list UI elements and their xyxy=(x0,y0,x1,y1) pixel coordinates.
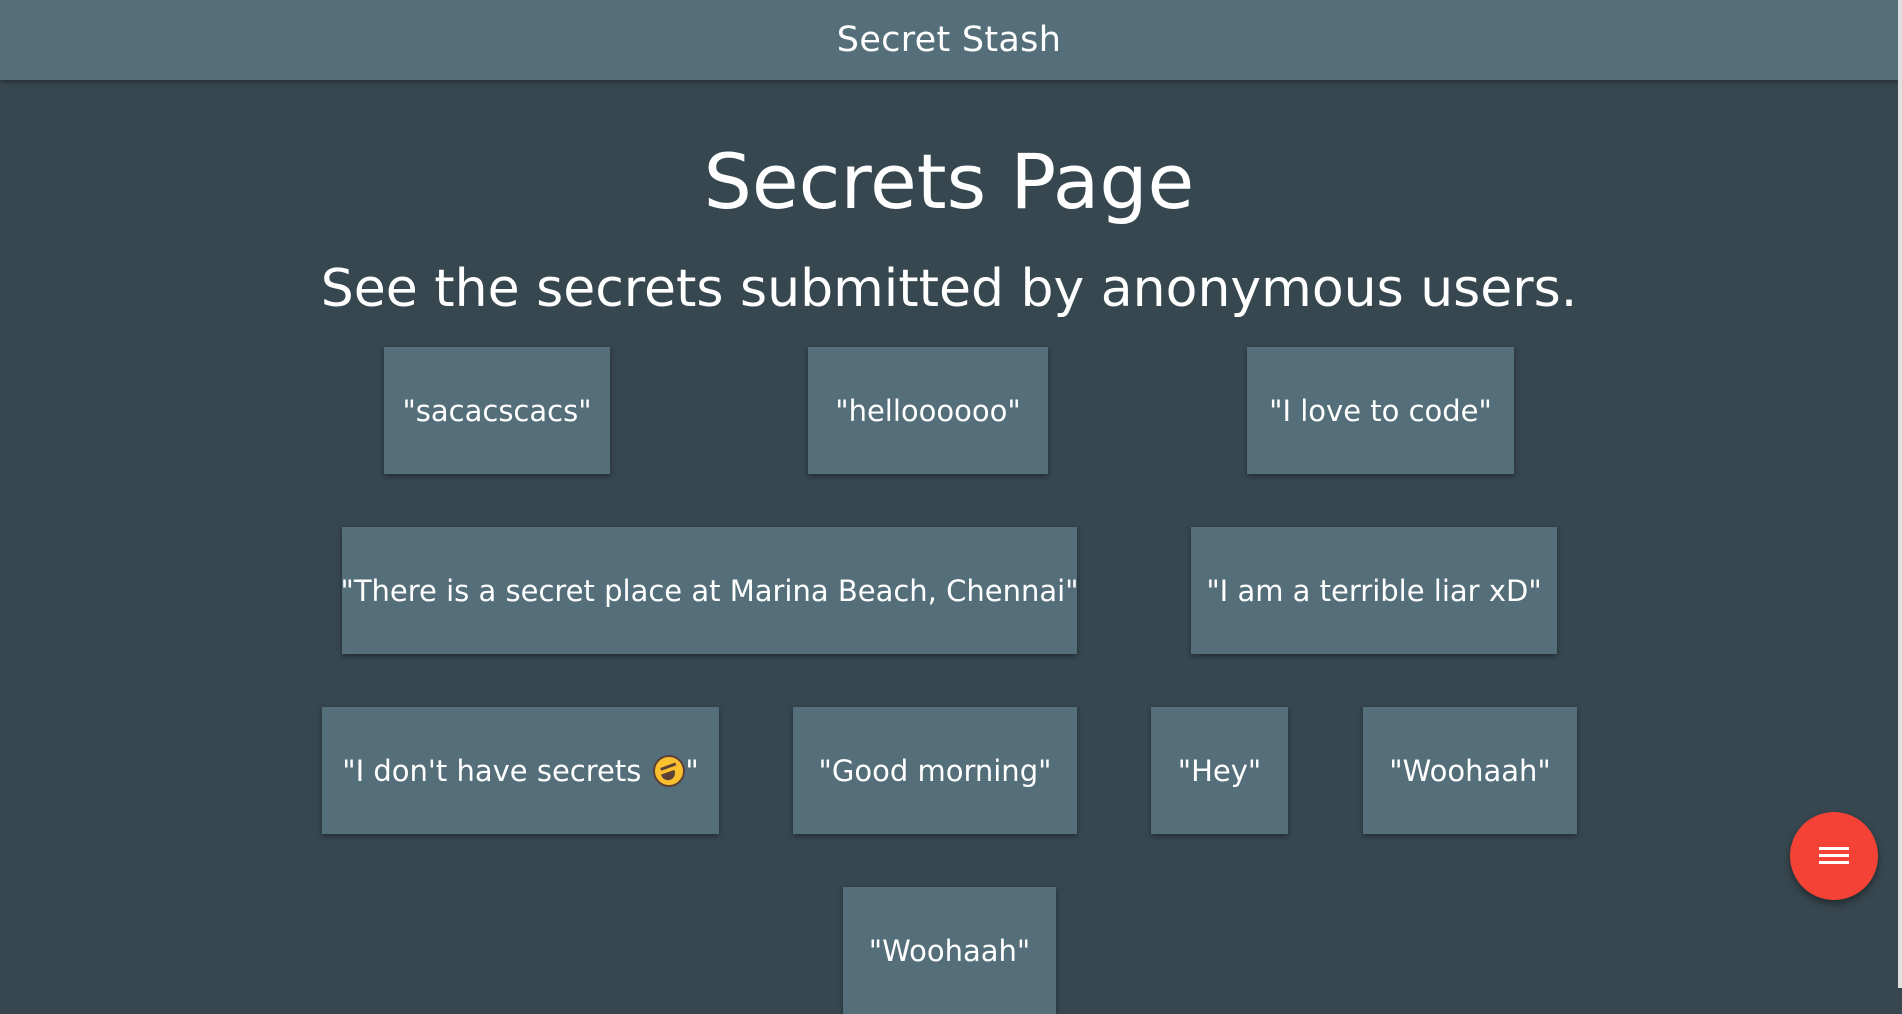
secret-card: "There is a secret place at Marina Beach… xyxy=(340,527,1079,654)
menu-fab-button[interactable] xyxy=(1790,812,1878,900)
secret-text: "Hey" xyxy=(1177,753,1262,788)
secret-card: "Woohaah" xyxy=(1363,707,1577,834)
secret-text: "helloooooo" xyxy=(835,393,1021,428)
secret-text: "sacacscacs" xyxy=(402,393,592,428)
secret-card: "Hey" xyxy=(1151,707,1288,834)
navbar: Secret Stash xyxy=(0,0,1898,80)
secret-card: "helloooooo" xyxy=(808,347,1048,474)
secret-card: "I love to code" xyxy=(1247,347,1514,474)
secret-text: "Woohaah" xyxy=(1389,753,1551,788)
secret-card: "I don't have secrets " xyxy=(322,707,719,834)
app-title[interactable]: Secret Stash xyxy=(837,20,1061,60)
secret-card: "sacacscacs" xyxy=(384,347,610,474)
secret-text: "I love to code" xyxy=(1269,393,1492,428)
menu-icon xyxy=(1819,845,1849,867)
secret-text-end: " xyxy=(685,753,699,788)
scrollbar[interactable] xyxy=(1898,0,1902,988)
secret-text: "Woohaah" xyxy=(868,933,1031,968)
page-title: Secrets Page xyxy=(703,137,1195,226)
secret-text: "There is a secret place at Marina Beach… xyxy=(340,573,1079,608)
rolling-on-floor-laughing-emoji-icon xyxy=(653,754,686,787)
secret-card: "Good morning" xyxy=(793,707,1077,834)
page-subtitle: See the secrets submitted by anonymous u… xyxy=(320,259,1578,319)
secret-card: "Woohaah" xyxy=(843,887,1056,1014)
secret-text: "I don't have secrets xyxy=(342,753,642,788)
secret-text: "I am a terrible liar xD" xyxy=(1206,573,1542,608)
secret-card: "I am a terrible liar xD" xyxy=(1191,527,1557,654)
secret-text: "Good morning" xyxy=(818,753,1052,788)
